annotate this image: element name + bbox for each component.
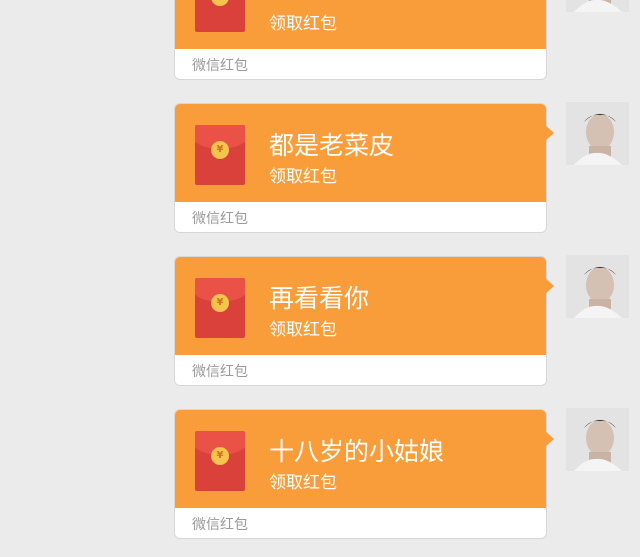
red-packet-card-footer: 微信红包 xyxy=(175,202,546,232)
avatar[interactable] xyxy=(566,0,629,12)
message-row: ¥ 十八岁的小姑娘 领取红包 微信红包 xyxy=(0,404,640,557)
message-row: ¥ 都是老菜皮 领取红包 微信红包 xyxy=(0,98,640,251)
avatar-portrait-icon xyxy=(566,102,629,165)
red-packet-message: 都是老菜皮 xyxy=(269,131,395,160)
avatar[interactable] xyxy=(566,408,629,471)
coin-icon: ¥ xyxy=(211,447,229,465)
red-packet-card-footer: 微信红包 xyxy=(175,355,546,385)
coin-icon: ¥ xyxy=(211,0,229,6)
bubble-tail xyxy=(545,278,554,294)
avatar[interactable] xyxy=(566,255,629,318)
red-packet-card-body: ¥ 领取红包 xyxy=(175,0,546,49)
red-packet-card-footer: 微信红包 xyxy=(175,508,546,538)
red-envelope-icon: ¥ xyxy=(195,0,245,32)
avatar-portrait-icon xyxy=(566,255,629,318)
claim-red-packet-label: 领取红包 xyxy=(269,473,337,493)
bubble-tail xyxy=(545,125,554,141)
avatar-portrait-icon xyxy=(566,0,629,12)
red-packet-message: 十八岁的小姑娘 xyxy=(269,437,445,466)
red-packet-card[interactable]: ¥ 领取红包 微信红包 xyxy=(175,0,546,79)
wechat-red-packet-label: 微信红包 xyxy=(192,517,248,533)
claim-red-packet-label: 领取红包 xyxy=(269,320,337,340)
red-envelope-icon: ¥ xyxy=(195,431,245,491)
red-packet-card-body: ¥ 十八岁的小姑娘 领取红包 xyxy=(175,410,546,508)
wechat-red-packet-label: 微信红包 xyxy=(192,58,248,74)
message-row: ¥ 领取红包 微信红包 xyxy=(0,0,640,98)
avatar[interactable] xyxy=(566,102,629,165)
red-packet-card-footer: 微信红包 xyxy=(175,49,546,79)
red-packet-card[interactable]: ¥ 十八岁的小姑娘 领取红包 微信红包 xyxy=(175,410,554,538)
claim-red-packet-label: 领取红包 xyxy=(269,14,337,34)
wechat-red-packet-label: 微信红包 xyxy=(192,211,248,227)
wechat-red-packet-label: 微信红包 xyxy=(192,364,248,380)
red-packet-card-body: ¥ 再看看你 领取红包 xyxy=(175,257,546,355)
red-packet-card-body: ¥ 都是老菜皮 领取红包 xyxy=(175,104,546,202)
chat-thread: ¥ 领取红包 微信红包 ¥ xyxy=(0,0,640,557)
coin-icon: ¥ xyxy=(211,141,229,159)
red-packet-card[interactable]: ¥ 再看看你 领取红包 微信红包 xyxy=(175,257,554,385)
coin-icon: ¥ xyxy=(211,294,229,312)
message-row: ¥ 再看看你 领取红包 微信红包 xyxy=(0,251,640,404)
red-envelope-icon: ¥ xyxy=(195,125,245,185)
avatar-portrait-icon xyxy=(566,408,629,471)
red-envelope-icon: ¥ xyxy=(195,278,245,338)
red-packet-message: 再看看你 xyxy=(269,284,370,313)
red-packet-card[interactable]: ¥ 都是老菜皮 领取红包 微信红包 xyxy=(175,104,554,232)
claim-red-packet-label: 领取红包 xyxy=(269,167,337,187)
bubble-tail xyxy=(545,431,554,447)
